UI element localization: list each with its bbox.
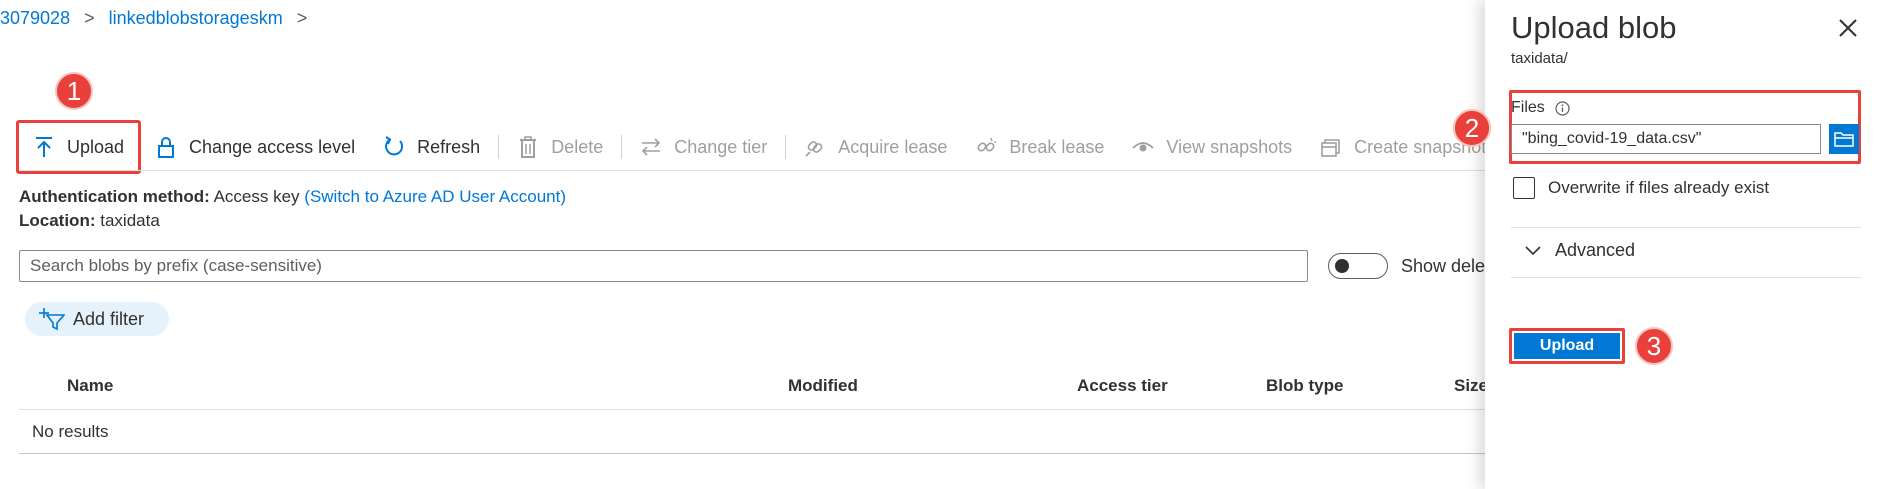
- auth-method-value: Access key: [213, 187, 300, 206]
- overwrite-checkbox[interactable]: [1513, 177, 1535, 199]
- change-tier-button[interactable]: Change tier: [626, 122, 781, 172]
- breadcrumb-separator: >: [296, 8, 308, 28]
- step-badge-2: 2: [1453, 109, 1491, 147]
- broken-link-icon: [975, 136, 997, 158]
- files-field-label: Files: [1511, 99, 1570, 117]
- toggle-knob: [1335, 259, 1349, 273]
- add-filter-button[interactable]: Add filter: [25, 302, 169, 336]
- view-snapshots-label: View snapshots: [1166, 136, 1293, 157]
- advanced-top-divider: [1511, 227, 1861, 228]
- breadcrumb-item-account-id[interactable]: 3079028: [0, 8, 70, 29]
- trash-icon: [517, 136, 539, 158]
- column-header-size[interactable]: Size: [1454, 376, 1488, 396]
- toolbar-divider: [498, 135, 500, 159]
- overwrite-label: Overwrite if files already exist: [1548, 178, 1770, 197]
- swap-arrows-icon: [640, 136, 662, 158]
- show-deleted-toggle[interactable]: [1328, 253, 1388, 279]
- breadcrumb-separator: >: [84, 8, 95, 28]
- auth-method-line: Authentication method: Access key (Switc…: [19, 187, 566, 207]
- upload-toolbar-label: Upload: [67, 136, 125, 157]
- acquire-lease-button[interactable]: Acquire lease: [790, 122, 961, 172]
- chevron-down-icon: [1525, 245, 1541, 255]
- location-label: Location:: [19, 211, 96, 230]
- panel-title: Upload blob: [1511, 10, 1677, 45]
- add-filter-icon: [39, 307, 65, 331]
- refresh-button[interactable]: Refresh: [369, 122, 494, 172]
- refresh-icon: [383, 136, 405, 158]
- refresh-label: Refresh: [417, 136, 481, 157]
- info-icon[interactable]: [1555, 100, 1570, 116]
- change-access-level-button[interactable]: Change access level: [141, 122, 369, 172]
- column-header-access-tier[interactable]: Access tier: [1077, 376, 1168, 396]
- delete-label: Delete: [551, 136, 604, 157]
- auth-method-label: Authentication method:: [19, 187, 210, 206]
- break-lease-label: Break lease: [1009, 136, 1105, 157]
- empty-results-text: No results: [32, 422, 109, 441]
- upload-blob-panel: Upload blob taxidata/ 2 Files Overwrite …: [1453, 0, 1879, 489]
- location-value: taxidata: [100, 211, 160, 230]
- toolbar-divider: [621, 135, 623, 159]
- table-bottom-divider: [19, 453, 1489, 454]
- panel-subtitle: taxidata/: [1511, 50, 1568, 67]
- upload-submit-button[interactable]: Upload: [1514, 333, 1620, 359]
- advanced-section-toggle[interactable]: Advanced: [1525, 240, 1635, 261]
- change-access-level-label: Change access level: [189, 136, 356, 157]
- upload-arrow-icon: [33, 136, 55, 158]
- link-icon: [804, 136, 826, 158]
- lock-icon: [155, 136, 177, 158]
- change-tier-label: Change tier: [674, 136, 768, 157]
- view-snapshots-button[interactable]: View snapshots: [1118, 122, 1306, 172]
- close-icon: [1839, 19, 1857, 37]
- column-header-modified[interactable]: Modified: [788, 376, 858, 396]
- break-lease-button[interactable]: Break lease: [961, 122, 1118, 172]
- breadcrumb: 3079028 > linkedblobstorageskm >: [0, 8, 321, 29]
- toolbar-divider: [785, 135, 787, 159]
- browse-files-button[interactable]: [1829, 124, 1859, 154]
- add-filter-label: Add filter: [73, 308, 145, 329]
- folder-icon: [1834, 132, 1854, 147]
- column-header-blob-type[interactable]: Blob type: [1266, 376, 1343, 396]
- advanced-label: Advanced: [1555, 240, 1636, 260]
- acquire-lease-label: Acquire lease: [838, 136, 948, 157]
- upload-toolbar-button[interactable]: Upload: [16, 120, 142, 174]
- delete-button[interactable]: Delete: [503, 122, 617, 172]
- show-deleted-label: Show delet: [1401, 256, 1491, 276]
- table-header-divider: [19, 409, 1489, 410]
- close-panel-button[interactable]: [1836, 16, 1860, 40]
- selected-files-input[interactable]: [1511, 124, 1821, 154]
- eye-icon: [1132, 136, 1155, 158]
- advanced-bottom-divider: [1511, 277, 1861, 278]
- blob-prefix-search-input[interactable]: [19, 250, 1308, 282]
- step-badge-3: 3: [1635, 327, 1673, 365]
- breadcrumb-item-storage-account[interactable]: linkedblobstorageskm: [109, 8, 283, 29]
- switch-auth-link[interactable]: (Switch to Azure AD User Account): [304, 187, 566, 206]
- snapshot-stack-icon: [1320, 136, 1342, 158]
- location-line: Location: taxidata: [19, 211, 160, 231]
- files-label-text: Files: [1511, 99, 1545, 116]
- column-header-name[interactable]: Name: [67, 376, 113, 396]
- step-badge-1: 1: [55, 72, 93, 110]
- command-bar: Upload Change access level Refresh Delet…: [16, 120, 1500, 174]
- toolbar-bottom-divider: [19, 170, 1489, 171]
